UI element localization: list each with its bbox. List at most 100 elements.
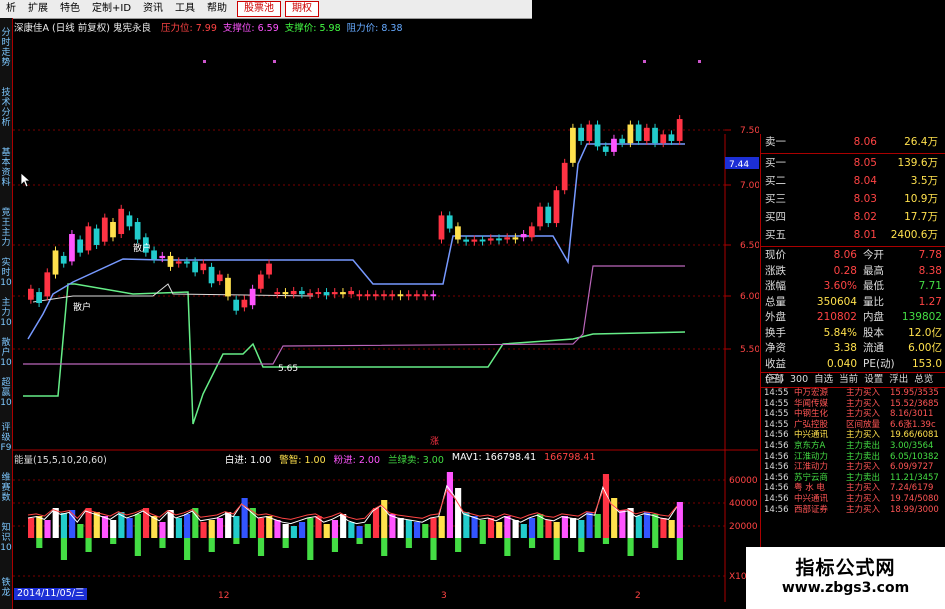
candle-body xyxy=(619,138,626,144)
tick-row[interactable]: 14:55 广弘控股 区间放量 6.6涨1.39c xyxy=(761,420,945,431)
chart-annotations: 散户散户5.65涨 xyxy=(73,242,439,447)
vol-legend-pink: 粉进: 2.00 xyxy=(333,455,381,466)
sidebar-tab[interactable]: 知识10 xyxy=(0,523,12,553)
sidebar-tab[interactable]: 技术分析 xyxy=(0,88,12,128)
volume-bar-negative xyxy=(36,538,43,548)
volume-bar-negative xyxy=(85,538,92,552)
buy-price: 8.03 xyxy=(853,193,877,205)
candle-body xyxy=(167,255,174,267)
tick-tab[interactable]: 总览 xyxy=(914,373,933,387)
tick-row[interactable]: 14:56 江淮动力 主力买入 6.09/9727 xyxy=(761,462,945,473)
volume-tick-label: X10 xyxy=(729,572,747,582)
tick-row[interactable]: 14:56 中兴通讯 主力买入 19.66/6081 xyxy=(761,430,945,441)
tick-row[interactable]: 14:55 中钢生化 主力买入 8.16/3011 xyxy=(761,409,945,420)
marker xyxy=(643,60,646,63)
candle-body xyxy=(233,299,240,311)
volume-bar xyxy=(487,518,495,538)
price-tick-label: 7.00 xyxy=(740,181,759,191)
sell-label: 卖一 xyxy=(765,136,786,148)
candle-body xyxy=(496,238,502,241)
candle-body xyxy=(389,294,396,297)
candle-body xyxy=(216,274,223,282)
sidebar-tab[interactable]: 主力10 xyxy=(0,298,12,328)
candle-body xyxy=(430,294,437,297)
menu-item-tools[interactable]: 工具 xyxy=(169,0,201,18)
tick-row[interactable]: 14:55 华闻传媒 主力买入 15.52/3685 xyxy=(761,399,945,410)
volume-bar xyxy=(422,524,429,538)
sidebar-tab[interactable]: 评级F9 xyxy=(0,423,12,453)
candle-body xyxy=(208,266,215,284)
tick-d: 8.16/3011 xyxy=(890,409,934,420)
tick-row[interactable]: 14:55 中万宏源 主力买入 15.95/3535 xyxy=(761,388,945,399)
candle-body xyxy=(652,127,658,144)
buy-label: 买五 xyxy=(765,229,786,241)
volume-bar xyxy=(348,522,355,538)
date-badge[interactable]: 2014/11/05/三 xyxy=(14,588,88,600)
volume-bar-negative xyxy=(627,538,634,556)
sidebar-tab[interactable]: 分时走势 xyxy=(0,28,12,68)
quote-value: 8.38 xyxy=(918,264,942,277)
volume-bar xyxy=(290,526,297,538)
tick-tab[interactable]: 浮出 xyxy=(889,373,908,387)
volume-bars xyxy=(27,472,683,560)
tick-d: 6.09/9727 xyxy=(890,462,934,473)
quote-value: 8.06 xyxy=(833,249,857,261)
tick-n: 中万宏源 xyxy=(794,388,829,398)
tick-row[interactable]: 14:56 江淮动力 主力卖出 6.05/10382 xyxy=(761,452,945,463)
tick-row[interactable]: 14:56 京东方A 主力卖出 3.00/3564 xyxy=(761,441,945,452)
volume-bar xyxy=(611,498,618,538)
sidebar-tab[interactable]: 竞王主力 xyxy=(0,208,12,248)
tick-n: 中兴通讯 xyxy=(794,430,829,441)
volume-bar xyxy=(216,518,224,538)
tick-row[interactable]: 14:56 西部证券 主力买入 18.99/3000 xyxy=(761,505,945,516)
quote-label: 今开 xyxy=(863,249,884,261)
volume-bar xyxy=(668,520,675,538)
volume-bar xyxy=(413,522,421,538)
tick-row[interactable]: 14:56 苏宁云商 主力卖出 11.21/3457 xyxy=(761,473,945,484)
candle-body xyxy=(340,292,346,295)
tick-k: 主力买入 xyxy=(846,493,881,504)
tick-tab[interactable]: 全部 xyxy=(765,373,784,387)
tick-t: 14:56 xyxy=(764,462,789,473)
menu-item-custom[interactable]: 定制+ID xyxy=(86,0,137,18)
tick-tab[interactable]: 300 xyxy=(790,373,808,387)
tick-tab[interactable]: 设置 xyxy=(864,373,883,387)
menu-item-extend[interactable]: 扩展 xyxy=(22,0,54,18)
volume-bar xyxy=(364,524,371,538)
menu-item-help[interactable]: 帮助 xyxy=(201,0,233,18)
sidebar-tab[interactable]: 超赢10 xyxy=(0,378,12,408)
sidebar-tab[interactable]: 维赛数 xyxy=(0,473,12,503)
candle-body xyxy=(586,124,593,141)
volume-bar xyxy=(282,524,289,538)
tick-n: 广弘控股 xyxy=(794,419,829,430)
menu-item-news[interactable]: 资讯 xyxy=(137,0,169,18)
tick-tab[interactable]: 自选 xyxy=(814,373,833,387)
sidebar-tab[interactable]: 基本资料 xyxy=(0,148,12,188)
menu-item-stock-pool[interactable]: 股票池 xyxy=(237,1,282,17)
menu-item-feature[interactable]: 特色 xyxy=(54,0,86,18)
tick-t: 14:56 xyxy=(764,430,789,441)
volume-bar xyxy=(159,522,166,538)
quote-value: 5.84% xyxy=(823,326,857,339)
volume-bar xyxy=(520,524,527,538)
menu-item-analysis[interactable]: 析 xyxy=(0,0,22,18)
candle-body xyxy=(676,119,683,141)
tick-n: 华闻传媒 xyxy=(794,398,829,409)
buy-label: 买二 xyxy=(765,175,786,187)
tick-tab[interactable]: 当前 xyxy=(839,373,858,387)
kline-chart[interactable]: 散户散户5.65涨 600004000020000X101232B4 7.507… xyxy=(13,34,759,602)
volume-bar xyxy=(405,520,412,538)
volume-tick-label: 60000 xyxy=(729,476,758,486)
tick-d: 6.6涨1.39c xyxy=(890,419,936,430)
tick-d: 6.05/10382 xyxy=(890,451,939,462)
tick-row[interactable]: 14:56 中兴通讯 主力买入 19.74/5080 xyxy=(761,494,945,505)
quote-value: 0.040 xyxy=(826,357,857,370)
sidebar-tab[interactable]: 实时10 xyxy=(0,258,12,288)
sidebar-tab[interactable]: 铁龙 xyxy=(0,578,12,598)
menu-item-options[interactable]: 期权 xyxy=(285,1,320,17)
tick-row[interactable]: 14:56 粤 水 电 主力买入 7.24/6179 xyxy=(761,483,945,494)
tick-k: 主力买入 xyxy=(846,409,881,420)
volume-bar xyxy=(635,516,642,538)
sidebar-tab[interactable]: 散户10 xyxy=(0,338,12,368)
quote-value: 139802 xyxy=(901,311,942,323)
